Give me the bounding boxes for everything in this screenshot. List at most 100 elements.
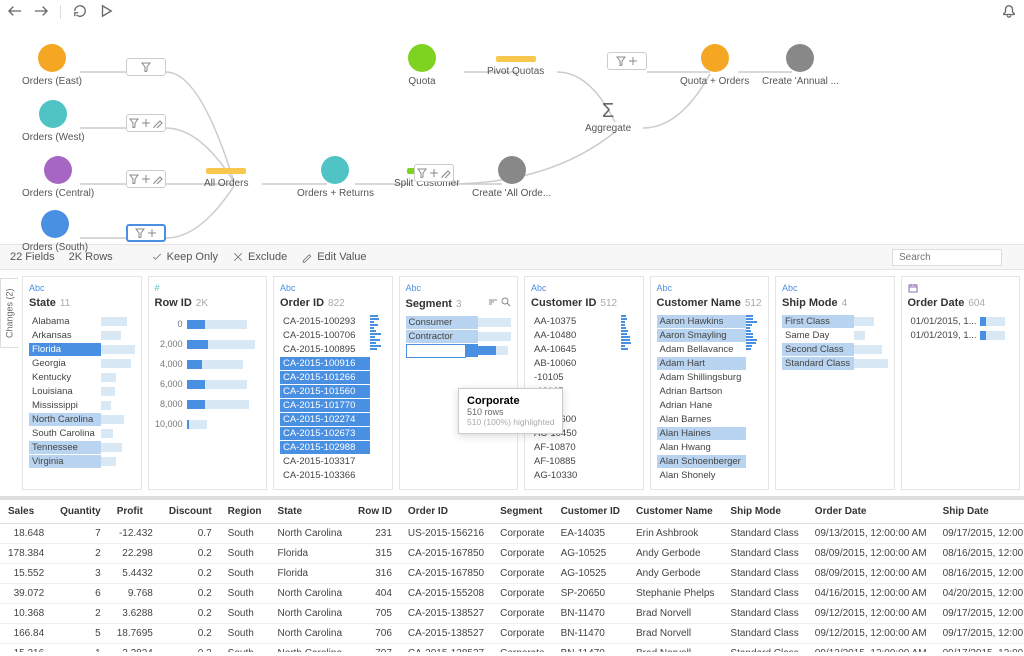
histo-row[interactable]: 8,000 — [155, 399, 261, 409]
value-row[interactable]: Virginia — [29, 455, 135, 468]
value-row[interactable]: CA-2015-102673 — [280, 427, 370, 440]
value-row[interactable]: AG-10330 — [531, 469, 621, 482]
value-row[interactable]: Alan Schoenberger — [657, 455, 747, 468]
changes-tab[interactable]: Changes (2) — [0, 278, 18, 348]
flow-node-ag[interactable]: ΣAggregate — [585, 100, 631, 134]
search-icon[interactable] — [501, 297, 511, 310]
value-row[interactable]: Adam Hart — [657, 357, 747, 370]
value-row[interactable]: Alan Barnes — [657, 413, 747, 426]
column-header[interactable]: Profit — [109, 500, 161, 524]
histo-row[interactable]: 10,000 — [155, 419, 261, 429]
flow-node-ca[interactable]: Create 'Annual ... — [762, 44, 839, 87]
value-row[interactable]: Tennessee — [29, 441, 135, 454]
value-row[interactable]: CA-2015-100293 — [280, 315, 370, 328]
flow-node-os[interactable]: Orders (South) — [22, 210, 88, 253]
flow-step[interactable] — [126, 224, 166, 242]
value-row[interactable]: 01/01/2015, 1... — [908, 315, 1014, 328]
value-row[interactable]: AA-10375 — [531, 315, 621, 328]
value-row[interactable]: CA-2015-101770 — [280, 399, 370, 412]
value-row[interactable]: Alan Shonely — [657, 469, 747, 482]
column-header[interactable]: Customer ID — [553, 500, 628, 524]
value-row[interactable]: North Carolina — [29, 413, 135, 426]
flow-node-q[interactable]: Quota — [408, 44, 436, 87]
column-header[interactable]: Row ID — [350, 500, 400, 524]
value-row[interactable]: CA-2015-100706 — [280, 329, 370, 342]
value-row[interactable]: Standard Class — [782, 357, 888, 370]
search-input[interactable] — [892, 249, 1002, 266]
flow-node-ow[interactable]: Orders (West) — [22, 100, 85, 143]
histo-row[interactable]: 0 — [155, 319, 261, 329]
value-row[interactable]: Contractor — [406, 330, 512, 343]
flow-node-cao[interactable]: Create 'All Orde... — [472, 156, 551, 199]
play-icon[interactable] — [99, 4, 113, 21]
value-row[interactable]: 01/01/2019, 1... — [908, 329, 1014, 342]
profile-card-row-id[interactable]: #Row ID2K02,0004,0006,0008,00010,000 — [148, 276, 268, 490]
value-row[interactable]: Adrian Hane — [657, 399, 747, 412]
histo-row[interactable]: 6,000 — [155, 379, 261, 389]
flow-step[interactable] — [414, 164, 454, 182]
flow-node-or[interactable]: Orders + Returns — [297, 156, 374, 199]
keep-only-button[interactable]: Keep Only — [151, 251, 218, 263]
value-row[interactable]: Alan Hwang — [657, 441, 747, 454]
value-row[interactable]: Corporate — [406, 344, 512, 357]
profile-card-customer-id[interactable]: AbcCustomer ID512AA-10375AA-10480AA-1064… — [524, 276, 644, 490]
value-row[interactable]: Consumer — [406, 316, 512, 329]
flow-step[interactable] — [126, 58, 166, 76]
table-row[interactable]: 10.36823.62880.2SouthNorth Carolina705CA… — [0, 604, 1024, 624]
value-row[interactable]: Kentucky — [29, 371, 135, 384]
profile-card-order-date[interactable]: Order Date60401/01/2015, 1...01/01/2019,… — [901, 276, 1021, 490]
flow-node-ao[interactable]: All Orders — [204, 156, 248, 189]
value-row[interactable]: AF-10885 — [531, 455, 621, 468]
value-row[interactable]: CA-2015-100895 — [280, 343, 370, 356]
value-row[interactable]: CA-2015-103366 — [280, 469, 370, 482]
data-grid[interactable]: SalesQuantityProfitDiscountRegionStateRo… — [0, 500, 1024, 652]
flow-step[interactable] — [126, 114, 166, 132]
column-header[interactable]: Sales — [0, 500, 52, 524]
profile-card-ship-mode[interactable]: AbcShip Mode4First ClassSame DaySecond C… — [775, 276, 895, 490]
column-header[interactable]: Customer Name — [628, 500, 722, 524]
value-row[interactable]: Aaron Smayling — [657, 329, 747, 342]
value-row[interactable]: CA-2015-101560 — [280, 385, 370, 398]
value-row[interactable]: AF-10870 — [531, 441, 621, 454]
profile-card-customer-name[interactable]: AbcCustomer Name512Aaron HawkinsAaron Sm… — [650, 276, 770, 490]
table-row[interactable]: 166.84518.76950.2SouthNorth Carolina706C… — [0, 624, 1024, 644]
edit-value-button[interactable]: Edit Value — [301, 251, 366, 263]
flow-node-oe[interactable]: Orders (East) — [22, 44, 82, 87]
column-header[interactable]: Order Date — [807, 500, 935, 524]
profile-card-order-id[interactable]: AbcOrder ID822CA-2015-100293CA-2015-1007… — [273, 276, 393, 490]
table-row[interactable]: 15.21612.28240.2SouthNorth Carolina707CA… — [0, 644, 1024, 653]
histo-row[interactable]: 2,000 — [155, 339, 261, 349]
value-row[interactable]: Mississippi — [29, 399, 135, 412]
value-row[interactable]: CA-2015-100916 — [280, 357, 370, 370]
column-header[interactable]: State — [270, 500, 350, 524]
table-row[interactable]: 18.6487-12.4320.7SouthNorth Carolina231U… — [0, 524, 1024, 544]
value-row[interactable]: CA-2015-102988 — [280, 441, 370, 454]
value-row[interactable]: Adam Shillingsburg — [657, 371, 747, 384]
value-row[interactable]: -10105 — [531, 371, 621, 384]
value-row[interactable]: Second Class — [782, 343, 888, 356]
exclude-button[interactable]: Exclude — [232, 251, 287, 263]
flow-canvas[interactable]: Orders (East) Orders (West) Orders (Centra… — [0, 24, 1024, 244]
value-row[interactable]: Alan Haines — [657, 427, 747, 440]
value-row[interactable]: Adrian Bartson — [657, 385, 747, 398]
column-header[interactable]: Region — [220, 500, 270, 524]
value-row[interactable]: Florida — [29, 343, 135, 356]
table-row[interactable]: 15.55235.44320.2SouthFlorida316CA-2015-1… — [0, 564, 1024, 584]
flow-node-pq[interactable]: Pivot Quotas — [487, 44, 544, 77]
bell-icon[interactable] — [1002, 4, 1016, 21]
value-row[interactable]: Arkansas — [29, 329, 135, 342]
table-row[interactable]: 178.384222.2980.2SouthFlorida315CA-2015-… — [0, 544, 1024, 564]
value-row[interactable]: Louisiana — [29, 385, 135, 398]
profile-card-state[interactable]: AbcState11AlabamaArkansasFloridaGeorgiaK… — [22, 276, 142, 490]
back-icon[interactable] — [8, 4, 22, 21]
value-row[interactable]: Same Day — [782, 329, 888, 342]
value-row[interactable]: AA-10480 — [531, 329, 621, 342]
column-header[interactable]: Discount — [161, 500, 220, 524]
value-row[interactable]: Alabama — [29, 315, 135, 328]
refresh-icon[interactable] — [73, 4, 87, 21]
column-header[interactable]: Ship Date — [935, 500, 1024, 524]
value-row[interactable]: AB-10060 — [531, 357, 621, 370]
histo-row[interactable]: 4,000 — [155, 359, 261, 369]
flow-node-qo[interactable]: Quota + Orders — [680, 44, 749, 87]
flow-node-oc[interactable]: Orders (Central) — [22, 156, 94, 199]
